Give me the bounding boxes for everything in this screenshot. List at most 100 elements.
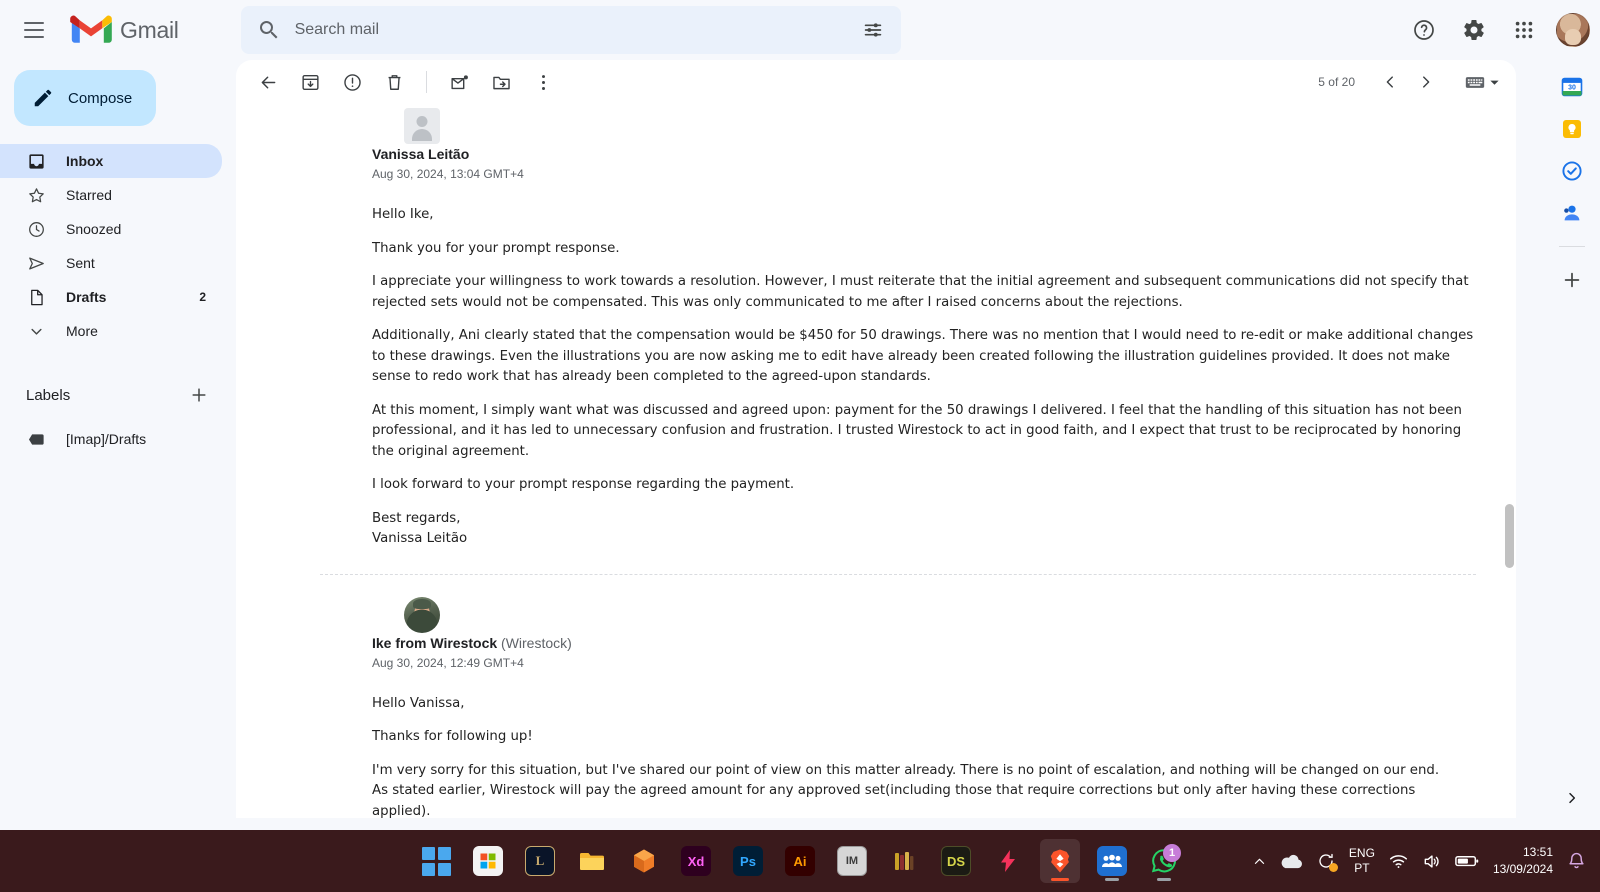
account-avatar[interactable] bbox=[1556, 13, 1590, 47]
sidebar-item-label: Sent bbox=[66, 255, 95, 271]
message-paragraph: I'm very sorry for this situation, but I… bbox=[372, 762, 1440, 778]
sidebar-item-sent[interactable]: Sent bbox=[0, 246, 222, 280]
chevron-right-icon[interactable] bbox=[1409, 65, 1443, 99]
indesign-icon[interactable]: IM bbox=[832, 839, 872, 883]
trash-icon[interactable] bbox=[374, 62, 414, 102]
report-spam-icon[interactable] bbox=[332, 62, 372, 102]
keyboard-shortcut-selector[interactable] bbox=[1465, 75, 1500, 90]
google-keep-icon[interactable] bbox=[1559, 116, 1585, 142]
google-contacts-icon[interactable] bbox=[1559, 200, 1585, 226]
drafts-count: 2 bbox=[199, 290, 206, 304]
blue-group-app-icon[interactable] bbox=[1092, 839, 1132, 883]
pencil-icon bbox=[34, 89, 52, 107]
tray-expand-chevron-icon[interactable] bbox=[1252, 854, 1267, 869]
google-apps-grid-icon[interactable] bbox=[1502, 8, 1546, 52]
more-options-icon[interactable] bbox=[523, 62, 563, 102]
file-explorer-icon[interactable] bbox=[572, 839, 612, 883]
star-icon bbox=[26, 185, 46, 205]
compose-label: Compose bbox=[68, 89, 133, 107]
side-panel-expand-button[interactable] bbox=[1558, 784, 1586, 812]
help-icon[interactable] bbox=[1402, 8, 1446, 52]
sidebar-item-snoozed[interactable]: Snoozed bbox=[0, 212, 222, 246]
league-of-legends-icon[interactable]: L bbox=[520, 839, 560, 883]
message-signoff: Best regards, bbox=[372, 510, 461, 526]
avatar bbox=[404, 108, 440, 144]
sidebar: Compose Inbox Starred Snoozed Sent Draft… bbox=[0, 60, 236, 830]
move-to-folder-icon[interactable] bbox=[481, 62, 521, 102]
hexagon-app-icon[interactable] bbox=[624, 839, 664, 883]
whatsapp-icon[interactable]: 1 bbox=[1144, 839, 1184, 883]
pagination: 5 of 20 bbox=[1318, 60, 1500, 104]
gmail-brand-text: Gmail bbox=[120, 16, 179, 43]
sender-name: Ike from Wirestock (Wirestock) bbox=[372, 634, 572, 651]
google-tasks-icon[interactable] bbox=[1559, 158, 1585, 184]
sidebar-item-label: Starred bbox=[66, 187, 112, 203]
sender-name: Vanissa Leitão bbox=[372, 146, 470, 162]
clock-time: 13:51 bbox=[1522, 845, 1553, 859]
books-library-icon[interactable] bbox=[884, 839, 924, 883]
onedrive-cloud-icon[interactable] bbox=[1281, 853, 1303, 869]
brave-browser-icon[interactable] bbox=[1040, 839, 1080, 883]
mark-unread-icon[interactable] bbox=[439, 62, 479, 102]
sidebar-item-more[interactable]: More bbox=[0, 314, 222, 348]
message-header: Ike from Wirestock (Wirestock) Aug 30, 2… bbox=[320, 633, 1476, 672]
pagination-count: 5 of 20 bbox=[1318, 75, 1355, 89]
message-paragraph: I look forward to your prompt response r… bbox=[372, 477, 795, 492]
sidebar-nav: Inbox Starred Snoozed Sent Drafts 2 More bbox=[0, 144, 236, 348]
message-signature: Vanissa Leitão bbox=[372, 531, 468, 546]
message-timestamp: Aug 30, 2024, 12:49 GMT+4 bbox=[372, 655, 524, 670]
microsoft-store-icon[interactable] bbox=[468, 839, 508, 883]
plus-icon[interactable] bbox=[188, 384, 210, 406]
sidebar-label-text: [Imap]/Drafts bbox=[66, 431, 147, 447]
search-bar[interactable] bbox=[240, 6, 901, 54]
battery-icon[interactable] bbox=[1455, 854, 1479, 868]
lightning-app-icon[interactable] bbox=[988, 839, 1028, 883]
gear-icon[interactable] bbox=[1452, 8, 1496, 52]
message-paragraph: Additionally, Ani clearly stated that th… bbox=[372, 328, 1474, 384]
clock[interactable]: 13:51 13/09/2024 bbox=[1493, 844, 1553, 878]
taskbar-apps: L Xd Ps Ai IM DS 1 bbox=[416, 839, 1184, 883]
hamburger-menu-icon[interactable] bbox=[10, 6, 58, 54]
indesign-label: IM bbox=[837, 846, 867, 876]
sidebar-label-imap-drafts[interactable]: [Imap]/Drafts bbox=[0, 422, 222, 456]
mail-reading-pane: 5 of 20 Vanissa Leitão Aug 30, 2024, 13:… bbox=[236, 60, 1516, 818]
running-indicator bbox=[1051, 878, 1069, 881]
adobe-photoshop-icon[interactable]: Ps bbox=[728, 839, 768, 883]
search-input[interactable] bbox=[294, 21, 853, 39]
gmail-logo[interactable]: Gmail bbox=[70, 14, 179, 46]
ds-app-icon[interactable]: DS bbox=[936, 839, 976, 883]
language-indicator[interactable]: ENG PT bbox=[1349, 846, 1375, 876]
back-arrow-icon[interactable] bbox=[248, 62, 288, 102]
adobe-xd-icon[interactable]: Xd bbox=[676, 839, 716, 883]
wifi-icon[interactable] bbox=[1389, 853, 1408, 869]
running-indicator bbox=[1105, 878, 1119, 881]
svg-text:30: 30 bbox=[1568, 85, 1576, 92]
volume-icon[interactable] bbox=[1422, 853, 1441, 870]
caret-down-icon bbox=[1490, 80, 1499, 85]
system-tray: ENG PT 13:51 13/09/2024 bbox=[1252, 830, 1586, 892]
adobe-illustrator-icon[interactable]: Ai bbox=[780, 839, 820, 883]
add-addon-plus-icon[interactable] bbox=[1559, 267, 1585, 293]
search-options-icon[interactable] bbox=[853, 10, 893, 50]
compose-button[interactable]: Compose bbox=[14, 70, 156, 126]
google-apps-side-panel: 30 bbox=[1544, 60, 1600, 830]
thread-scrollbar-track[interactable] bbox=[1504, 104, 1514, 818]
thread-scrollbar-thumb[interactable] bbox=[1505, 504, 1514, 568]
archive-icon[interactable] bbox=[290, 62, 330, 102]
sidebar-item-drafts[interactable]: Drafts 2 bbox=[0, 280, 222, 314]
message-paragraph: Thanks for following up! bbox=[372, 729, 533, 744]
sidebar-item-inbox[interactable]: Inbox bbox=[0, 144, 222, 178]
sync-status-icon[interactable] bbox=[1317, 852, 1338, 872]
message-paragraph: Hello Ike, bbox=[372, 207, 434, 222]
sidebar-item-label: Inbox bbox=[66, 153, 104, 169]
clock-date: 13/09/2024 bbox=[1492, 862, 1553, 876]
google-calendar-icon[interactable]: 30 bbox=[1559, 74, 1585, 100]
language-line-2: PT bbox=[1354, 861, 1370, 875]
windows-start-icon[interactable] bbox=[416, 839, 456, 883]
app-header: Gmail bbox=[0, 0, 1600, 60]
message-paragraph: At this moment, I simply want what was d… bbox=[372, 402, 1462, 459]
chevron-left-icon[interactable] bbox=[1373, 65, 1407, 99]
bell-icon[interactable] bbox=[1567, 851, 1586, 871]
labels-list: [Imap]/Drafts bbox=[0, 422, 236, 456]
sidebar-item-starred[interactable]: Starred bbox=[0, 178, 222, 212]
